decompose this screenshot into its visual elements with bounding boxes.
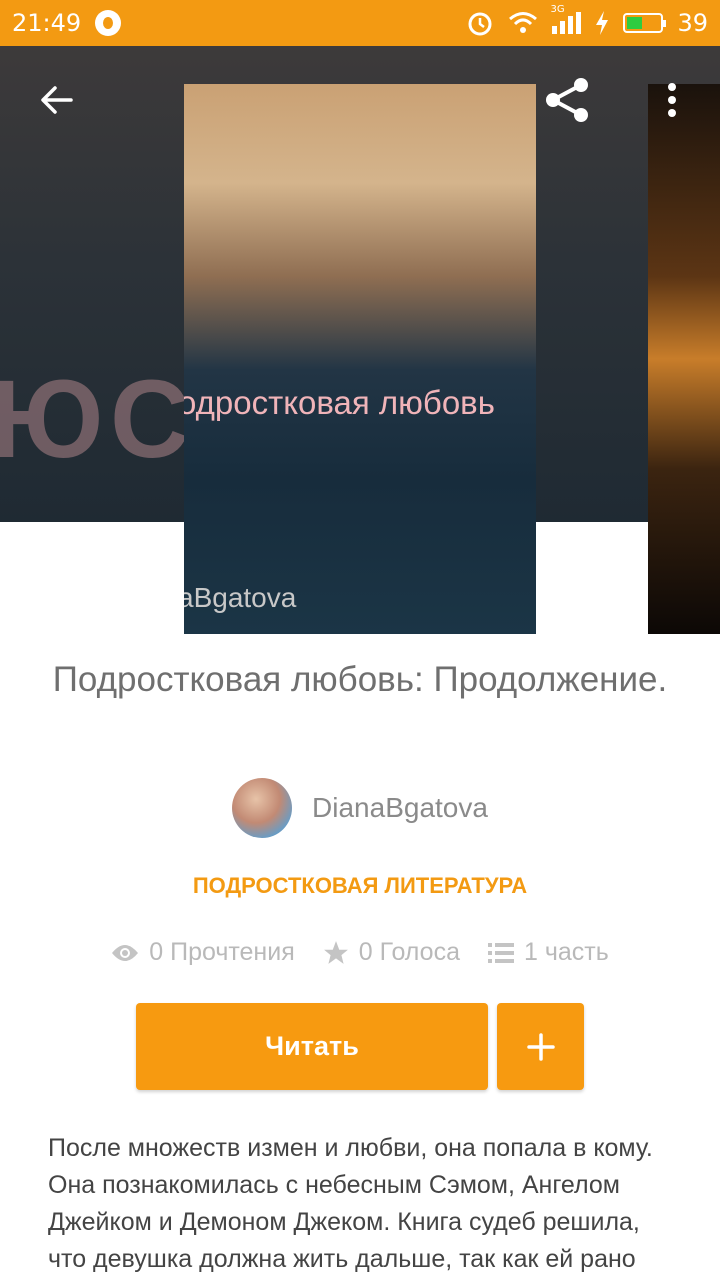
- votes-stat: 0 Голоса: [323, 938, 460, 967]
- parts-stat: 1 часть: [487, 938, 609, 967]
- back-button[interactable]: [26, 70, 86, 130]
- back-arrow-icon: [41, 86, 73, 114]
- more-options-button[interactable]: [642, 70, 702, 130]
- reads-stat: 0 Прочтения: [111, 938, 295, 967]
- share-button[interactable]: [537, 70, 597, 130]
- story-description: После множеств измен и любви, она попала…: [48, 1134, 653, 1273]
- read-button[interactable]: Читать: [136, 1003, 488, 1090]
- status-time: 21:49: [12, 9, 82, 37]
- reads-count: 0 Прочтения: [149, 938, 295, 966]
- author-row[interactable]: DianaBgatova: [0, 778, 720, 838]
- cover-author-text: aBgatova: [184, 582, 297, 613]
- wifi-icon: [509, 12, 538, 33]
- story-cover[interactable]: одростковая любовь aBgatova: [184, 84, 536, 634]
- signal-icon: 3G: [550, 4, 582, 34]
- battery-level: 39: [677, 9, 708, 37]
- author-name[interactable]: DianaBgatova: [312, 792, 488, 824]
- add-to-library-button[interactable]: [497, 1003, 584, 1090]
- eye-icon: [112, 944, 139, 961]
- cover-title-text: одростковая любовь: [184, 384, 495, 421]
- genre-link[interactable]: ПОДРОСТКОВАЯ ЛИТЕРАТУРА: [0, 873, 720, 899]
- story-title: Подростковая любовь: Продолжение.: [52, 660, 668, 699]
- story-stats: 0 Прочтения 0 Голоса 1 часть: [0, 938, 720, 967]
- status-bar: 21:49 3G 39: [0, 0, 720, 46]
- avatar[interactable]: [232, 778, 293, 838]
- list-icon: [487, 942, 514, 963]
- battery-icon: [623, 13, 667, 33]
- votes-count: 0 Голоса: [358, 938, 460, 966]
- next-story-cover[interactable]: [648, 84, 720, 634]
- whatsapp-icon: [95, 10, 122, 36]
- network-type-label: 3G: [550, 4, 565, 15]
- charging-icon: [596, 11, 609, 35]
- alarm-icon: [468, 12, 492, 36]
- more-vert-icon: [668, 83, 676, 117]
- plus-icon: [526, 1032, 555, 1061]
- share-icon: [546, 78, 588, 122]
- star-icon: [323, 940, 348, 964]
- parts-count: 1 часть: [523, 938, 609, 966]
